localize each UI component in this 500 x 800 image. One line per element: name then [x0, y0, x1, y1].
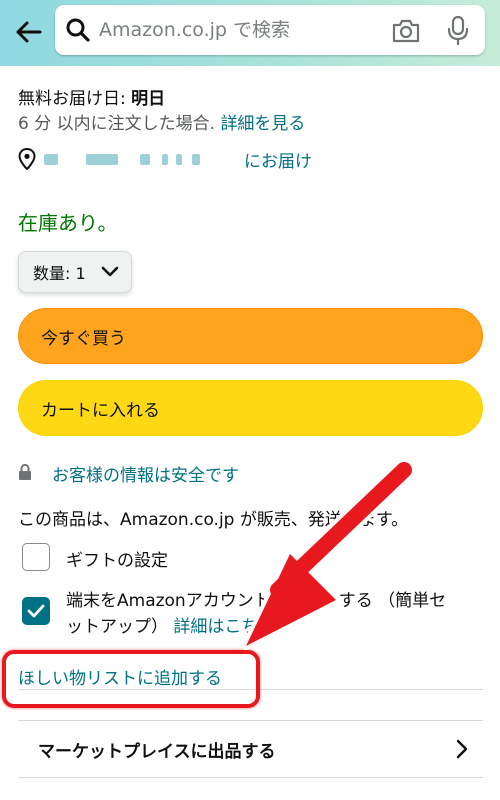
camera-icon[interactable]	[391, 18, 421, 44]
lock-icon	[19, 463, 31, 480]
redacted-address	[44, 154, 58, 165]
top-bar	[0, 0, 500, 66]
add-to-cart-label: カートに入れる	[41, 400, 160, 421]
link-device-label: 端末をAmazonアカウントにリンクする （簡単セットアップ） 詳細はこちら	[66, 588, 461, 640]
quantity-label: 数量: 1	[33, 264, 86, 283]
sell-on-marketplace-label: マーケットプレイスに出品する	[38, 742, 276, 762]
back-arrow-icon	[16, 21, 42, 43]
redacted-address	[140, 154, 150, 165]
search-icon	[66, 18, 90, 42]
stock-status: 在庫あり。	[18, 211, 118, 235]
back-button[interactable]	[8, 12, 48, 52]
sell-on-marketplace-row[interactable]: マーケットプレイスに出品する	[18, 720, 483, 778]
location-pin-icon	[18, 148, 36, 170]
delivery-location[interactable]: にお届け	[18, 146, 478, 172]
search-input[interactable]	[99, 15, 379, 45]
deliver-to-link[interactable]: にお届け	[244, 147, 312, 172]
redacted-address	[162, 154, 168, 165]
delivery-label: 無料お届け日:	[18, 89, 132, 109]
redacted-address	[176, 154, 182, 165]
gift-checkbox[interactable]	[22, 543, 50, 571]
order-within-line: 6 分 以内に注文した場合. 詳細を見る	[18, 109, 305, 134]
mic-icon[interactable]	[447, 15, 469, 45]
link-device-details-link[interactable]: 詳細はこちら	[173, 617, 275, 637]
delivery-date: 明日	[131, 89, 166, 109]
link-device-checkbox[interactable]	[22, 597, 50, 625]
seller-info: この商品は、Amazon.co.jp が販売、発送します。	[18, 510, 409, 530]
details-link[interactable]: 詳細を見る	[220, 114, 305, 134]
gift-label: ギフトの設定	[66, 551, 168, 571]
checkmark-icon	[27, 604, 45, 618]
add-to-cart-button[interactable]: カートに入れる	[18, 380, 483, 436]
chevron-down-icon	[101, 266, 119, 277]
buy-now-label: 今すぐ買う	[41, 328, 126, 349]
chevron-right-icon	[456, 739, 468, 759]
search-box[interactable]	[55, 5, 485, 55]
secure-transaction-link[interactable]: お客様の情報は安全です	[52, 461, 239, 486]
redacted-address	[86, 154, 118, 165]
quantity-select[interactable]: 数量: 1	[18, 251, 132, 293]
order-within-text: 6 分 以内に注文した場合.	[18, 114, 216, 134]
redacted-address	[192, 154, 200, 165]
annotation-highlight-box	[2, 650, 260, 708]
buy-now-button[interactable]: 今すぐ買う	[18, 308, 483, 364]
delivery-date-line: 無料お届け日: 明日	[18, 84, 165, 109]
